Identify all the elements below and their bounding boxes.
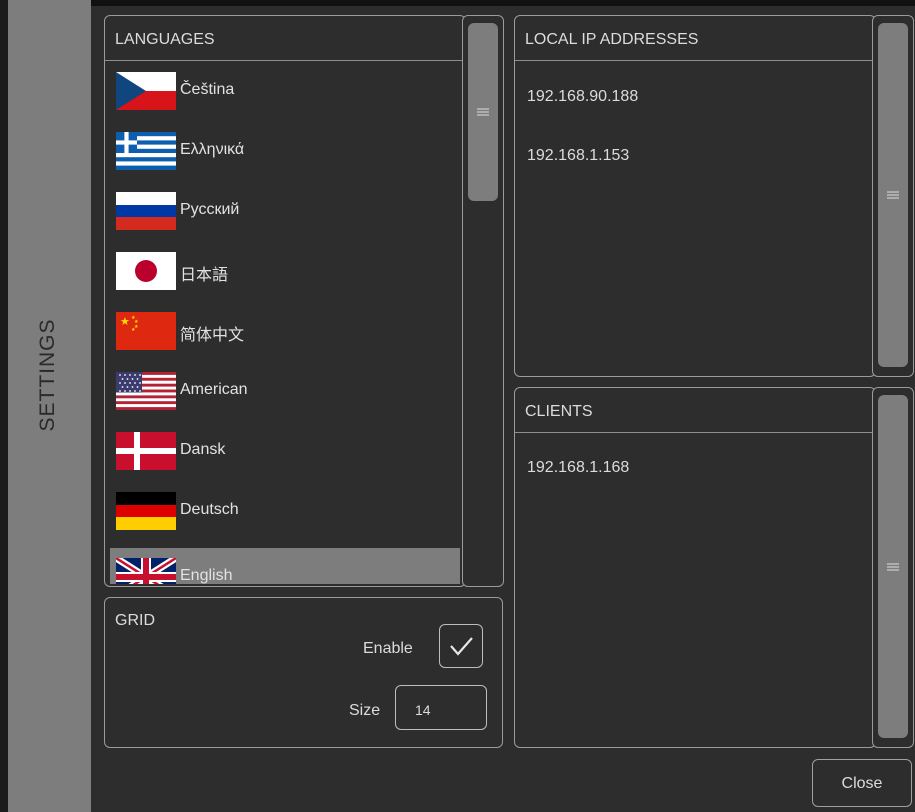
grip-icon — [477, 107, 489, 118]
language-label: Русский — [180, 201, 240, 218]
list-item-russian[interactable]: Русский — [110, 182, 460, 240]
us-flag-icon — [116, 372, 176, 410]
language-label: Dansk — [180, 441, 226, 458]
list-item-chinese[interactable]: ★ ★ ★ ★ ★ 简体中文 — [110, 302, 460, 360]
local-ip-scroll-thumb[interactable] — [878, 23, 908, 367]
danish-flag-icon — [116, 432, 176, 470]
language-label: Ελληνικά — [180, 141, 245, 158]
clients-scrollbar[interactable] — [872, 387, 914, 748]
languages-scroll-thumb[interactable] — [468, 23, 498, 201]
language-label: 日本語 — [180, 267, 229, 284]
top-strip — [91, 0, 915, 6]
languages-list[interactable]: Čeština Ελληνικά Русский 日本語 ★ ★ ★ ★ ★ 简… — [110, 62, 460, 584]
clients-scroll-thumb[interactable] — [878, 395, 908, 738]
local-ip-panel: LOCAL IP ADDRESSES 192.168.90.188 192.16… — [514, 15, 876, 377]
language-label: English — [180, 567, 233, 584]
local-ip-item: 192.168.1.153 — [527, 147, 630, 164]
grip-icon — [887, 561, 899, 572]
clients-panel: CLIENTS 192.168.1.168 — [514, 387, 876, 748]
svg-text:★: ★ — [131, 327, 136, 333]
japanese-flag-icon — [116, 252, 176, 290]
size-label: Size — [349, 702, 381, 719]
local-ip-header: LOCAL IP ADDRESSES — [515, 16, 875, 61]
russian-flag-icon — [116, 192, 176, 230]
sidebar-edge — [0, 0, 8, 812]
languages-header: LANGUAGES — [105, 16, 465, 61]
grid-size-input[interactable]: 14 — [395, 685, 487, 730]
svg-text:★: ★ — [120, 315, 130, 328]
local-ip-scrollbar[interactable] — [872, 15, 914, 377]
settings-sidebar[interactable]: SETTINGS — [0, 0, 91, 812]
list-item-greek[interactable]: Ελληνικά — [110, 122, 460, 180]
czech-flag-icon — [116, 72, 176, 110]
list-item-japanese[interactable]: 日本語 — [110, 242, 460, 300]
list-item-cestina[interactable]: Čeština — [110, 62, 460, 120]
list-item-danish[interactable]: Dansk — [110, 422, 460, 480]
sidebar-title: SETTINGS — [36, 318, 59, 432]
languages-panel: LANGUAGES Čeština Ελληνικά Русский 日本語 ★… — [104, 15, 466, 587]
list-item-german[interactable]: Deutsch — [110, 482, 460, 540]
grip-icon — [887, 190, 899, 201]
chinese-flag-icon: ★ ★ ★ ★ ★ — [116, 312, 176, 350]
language-label: Deutsch — [180, 501, 239, 518]
clients-header: CLIENTS — [515, 388, 875, 433]
language-label: Čeština — [180, 81, 235, 98]
grid-enable-checkbox[interactable] — [439, 624, 483, 668]
grid-header: GRID — [115, 612, 155, 629]
grid-panel: GRID Enable Size 14 — [104, 597, 503, 748]
enable-label: Enable — [363, 640, 413, 657]
language-label: 简体中文 — [180, 327, 245, 344]
list-item-english[interactable]: English — [110, 548, 460, 584]
greek-flag-icon — [116, 132, 176, 170]
local-ip-item: 192.168.90.188 — [527, 88, 639, 105]
close-button[interactable]: Close — [812, 759, 912, 807]
list-item-american[interactable]: American — [110, 362, 460, 420]
client-item: 192.168.1.168 — [527, 459, 630, 476]
german-flag-icon — [116, 492, 176, 530]
checkmark-icon — [450, 637, 473, 656]
language-label: American — [180, 381, 248, 398]
languages-scrollbar[interactable] — [462, 15, 504, 587]
uk-flag-icon — [116, 558, 176, 584]
